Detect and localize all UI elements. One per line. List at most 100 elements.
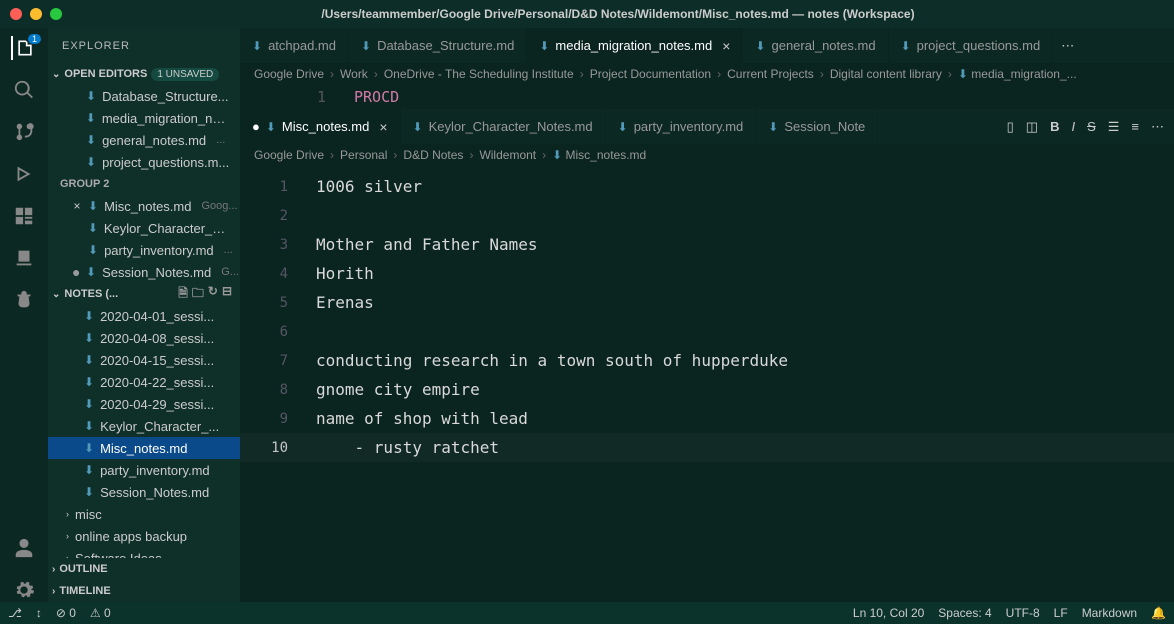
breadcrumb-item[interactable]: Work	[340, 67, 368, 81]
numbered-list-icon[interactable]: ≡	[1131, 119, 1139, 134]
preview-icon[interactable]: ▯	[1007, 119, 1014, 135]
breadcrumb-item[interactable]: Current Projects	[727, 67, 814, 81]
editor-tab[interactable]: ⬇media_migration_notes.md×	[527, 28, 743, 63]
folder-tree-item[interactable]: ›Software Ideas	[48, 547, 240, 558]
breadcrumb-item[interactable]: ⬇ media_migration_...	[958, 67, 1077, 81]
editor-tab[interactable]: ⬇Session_Note	[756, 109, 878, 144]
code-line[interactable]: 10 - rusty ratchet	[240, 433, 1174, 462]
warnings-count[interactable]: ⚠ 0	[90, 606, 111, 620]
file-tree-item[interactable]: ⬇2020-04-15_sessi...	[48, 349, 240, 371]
list-icon[interactable]: ☰	[1108, 119, 1120, 135]
group-2-label: GROUP 2	[48, 173, 240, 195]
file-tree-item[interactable]: ⬇Misc_notes.md	[48, 437, 240, 459]
breadcrumb-item[interactable]: Google Drive	[254, 148, 324, 162]
code-line[interactable]: 11006 silver	[240, 172, 1174, 201]
editor-area: ⬇atchpad.md⬇Database_Structure.md⬇media_…	[240, 28, 1174, 602]
breadcrumb-top[interactable]: Google Drive›Work›OneDrive - The Schedul…	[240, 63, 1174, 85]
cursor-position[interactable]: Ln 10, Col 20	[853, 606, 924, 620]
notes-section-header[interactable]: ⌄ NOTES (... 🗎 🗀 ↻ ⊟	[48, 283, 240, 305]
open-editor-item[interactable]: ×⬇Misc_notes.mdGoog...	[48, 195, 240, 217]
eol[interactable]: LF	[1054, 606, 1068, 620]
breadcrumb-item[interactable]: ⬇ Misc_notes.md	[552, 148, 646, 162]
open-editor-item[interactable]: ⬇party_inventory.md...	[48, 239, 240, 261]
outline-header[interactable]: › OUTLINE	[48, 558, 240, 580]
indent-spaces[interactable]: Spaces: 4	[938, 606, 991, 620]
branch-icon[interactable]: ⎇	[8, 606, 22, 620]
notes-label: NOTES (...	[64, 288, 118, 300]
open-editor-item[interactable]: ⬇general_notes.md...	[48, 129, 240, 151]
file-tree-item[interactable]: ⬇2020-04-29_sessi...	[48, 393, 240, 415]
italic-icon[interactable]: I	[1071, 119, 1075, 134]
breadcrumb-item[interactable]: Google Drive	[254, 67, 324, 81]
open-editor-item[interactable]: ⬇project_questions.m...	[48, 151, 240, 173]
close-icon[interactable]	[10, 8, 22, 20]
breadcrumb-item[interactable]: Personal	[340, 148, 387, 162]
file-tree-item[interactable]: ⬇Session_Notes.md	[48, 481, 240, 503]
strike-icon[interactable]: S	[1087, 119, 1096, 134]
more-icon[interactable]: ⋯	[1151, 119, 1164, 135]
language-mode[interactable]: Markdown	[1082, 606, 1137, 620]
editor-tab[interactable]: ⬇general_notes.md	[743, 28, 888, 63]
remote-icon[interactable]	[12, 246, 36, 270]
code-line[interactable]: 9name of shop with lead	[240, 404, 1174, 433]
code-line[interactable]: 2	[240, 201, 1174, 230]
sync-icon[interactable]: ↕	[36, 606, 42, 620]
collapse-icon[interactable]: ⊟	[222, 284, 232, 305]
settings-icon[interactable]	[12, 578, 36, 602]
code-line[interactable]: 3Mother and Father Names	[240, 230, 1174, 259]
encoding[interactable]: UTF-8	[1006, 606, 1040, 620]
accounts-icon[interactable]	[12, 536, 36, 560]
editor-tab[interactable]: ⬇Database_Structure.md	[349, 28, 527, 63]
refresh-icon[interactable]: ↻	[208, 284, 218, 305]
editor-tab[interactable]: ●⬇Misc_notes.md×	[240, 109, 401, 144]
open-editor-item[interactable]: ⬇Database_Structure...	[48, 85, 240, 107]
breadcrumb-item[interactable]: OneDrive - The Scheduling Institute	[384, 67, 574, 81]
breadcrumb-item[interactable]: Project Documentation	[590, 67, 711, 81]
search-icon[interactable]	[12, 78, 36, 102]
run-icon[interactable]	[12, 162, 36, 186]
file-tree-item[interactable]: ⬇2020-04-22_sessi...	[48, 371, 240, 393]
editor-tab[interactable]: ⬇atchpad.md	[240, 28, 349, 63]
code-line[interactable]: 8gnome city empire	[240, 375, 1174, 404]
new-folder-icon[interactable]: 🗀	[192, 284, 204, 305]
explorer-icon[interactable]	[11, 36, 35, 60]
open-editor-item[interactable]: ⬇media_migration_not...	[48, 107, 240, 129]
bell-icon[interactable]: 🔔	[1151, 606, 1166, 620]
file-tree-item[interactable]: ⬇2020-04-08_sessi...	[48, 327, 240, 349]
folder-tree-item[interactable]: ›online apps backup	[48, 525, 240, 547]
section-actions: 🗎 🗀 ↻ ⊟	[178, 284, 232, 305]
code-line[interactable]: 7conducting research in a town south of …	[240, 346, 1174, 375]
timeline-header[interactable]: › TIMELINE	[48, 580, 240, 602]
editor-tab[interactable]: ⬇Keylor_Character_Notes.md	[401, 109, 606, 144]
breadcrumb-bottom[interactable]: Google Drive›Personal›D&D Notes›Wildemon…	[240, 144, 1174, 166]
minimize-icon[interactable]	[30, 8, 42, 20]
open-editor-item[interactable]: ⬇Keylor_Character_N...	[48, 217, 240, 239]
maximize-icon[interactable]	[50, 8, 62, 20]
code-line[interactable]: 6	[240, 317, 1174, 346]
test-icon[interactable]	[12, 288, 36, 312]
extensions-icon[interactable]	[12, 204, 36, 228]
folder-tree-item[interactable]: ›misc	[48, 503, 240, 525]
editor-content[interactable]: 11006 silver23Mother and Father Names4Ho…	[240, 166, 1174, 602]
bold-icon[interactable]: B	[1050, 119, 1059, 134]
file-tree-item[interactable]: ⬇party_inventory.md	[48, 459, 240, 481]
code-line[interactable]: 4Horith	[240, 259, 1174, 288]
editor-tab[interactable]: ⬇party_inventory.md	[606, 109, 757, 144]
split-icon[interactable]: ◫	[1026, 119, 1038, 135]
source-control-icon[interactable]	[12, 120, 36, 144]
breadcrumb-item[interactable]: Digital content library	[830, 67, 942, 81]
main: EXPLORER ⌄ OPEN EDITORS 1 UNSAVED ⬇Datab…	[0, 28, 1174, 602]
new-file-icon[interactable]: 🗎	[178, 284, 188, 305]
editor-tab[interactable]: ⬇project_questions.md	[889, 28, 1054, 63]
tabs-overflow-icon[interactable]: ⋯	[1053, 28, 1082, 63]
file-tree-item[interactable]: ⬇Keylor_Character_...	[48, 415, 240, 437]
errors-count[interactable]: ⊘ 0	[56, 606, 76, 620]
code-line[interactable]: 5Erenas	[240, 288, 1174, 317]
status-bar: ⎇ ↕ ⊘ 0 ⚠ 0 Ln 10, Col 20 Spaces: 4 UTF-…	[0, 602, 1174, 624]
breadcrumb-item[interactable]: D&D Notes	[403, 148, 463, 162]
open-editor-item[interactable]: ●⬇Session_Notes.mdG...	[48, 261, 240, 283]
breadcrumb-item[interactable]: Wildemont	[479, 148, 536, 162]
outline-label: OUTLINE	[59, 563, 107, 575]
file-tree-item[interactable]: ⬇2020-04-01_sessi...	[48, 305, 240, 327]
open-editors-header[interactable]: ⌄ OPEN EDITORS 1 UNSAVED	[48, 63, 240, 85]
